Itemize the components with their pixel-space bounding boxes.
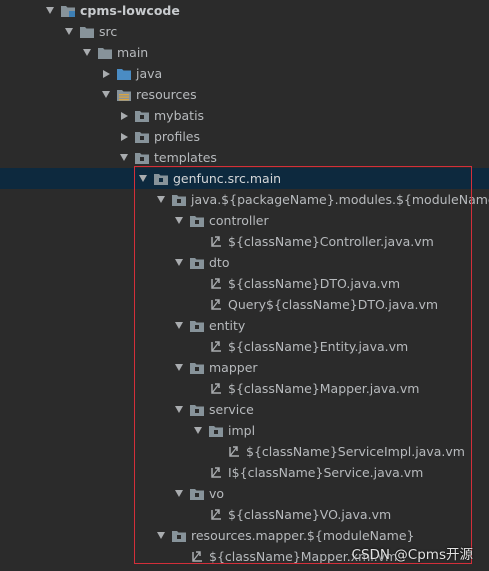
tree-row-label: cpms-lowcode: [80, 3, 180, 18]
tree-row-label: java.${packageName}.modules.${moduleName…: [191, 192, 489, 207]
tree-row-genfunc-src-main[interactable]: genfunc.src.main: [0, 168, 489, 189]
project-tree: cpms-lowcode src main java resources myb…: [0, 0, 489, 567]
tree-row-label: ${className}Controller.java.vm: [228, 234, 434, 249]
package-folder-icon: [208, 420, 224, 441]
tree-row-label: dto: [209, 255, 230, 270]
chevron-right-icon[interactable]: [118, 126, 130, 147]
tree-row-label: vo: [209, 486, 225, 501]
package-folder-icon: [189, 399, 205, 420]
chevron-right-icon[interactable]: [100, 63, 112, 84]
chevron-down-icon[interactable]: [118, 147, 130, 168]
tree-row-label: genfunc.src.main: [173, 171, 282, 186]
tree-row-impl[interactable]: impl: [0, 420, 489, 441]
chevron-down-icon[interactable]: [155, 189, 167, 210]
tree-row-iservice-vm[interactable]: I${className}Service.java.vm: [0, 462, 489, 483]
chevron-right-icon[interactable]: [118, 105, 130, 126]
tree-row-controller[interactable]: controller: [0, 210, 489, 231]
resources-folder-icon: [116, 84, 132, 105]
package-folder-icon: [153, 168, 169, 189]
chevron-down-icon[interactable]: [44, 0, 56, 21]
package-folder-icon: [189, 315, 205, 336]
tree-row-label: I${className}Service.java.vm: [228, 465, 424, 480]
tree-row-label: entity: [209, 318, 246, 333]
tree-row-label: src: [99, 24, 118, 39]
tree-row-entity-vm[interactable]: ${className}Entity.java.vm: [0, 336, 489, 357]
tree-row-entity[interactable]: entity: [0, 315, 489, 336]
tree-row-mapper[interactable]: mapper: [0, 357, 489, 378]
tree-row-cpms-lowcode[interactable]: cpms-lowcode: [0, 0, 489, 21]
tree-row-main[interactable]: main: [0, 42, 489, 63]
folder-icon: [97, 42, 113, 63]
watermark: CSDN @Cpms开源: [351, 547, 473, 563]
package-folder-icon: [189, 210, 205, 231]
tree-row-java-package[interactable]: java.${packageName}.modules.${moduleName…: [0, 189, 489, 210]
package-folder-icon: [189, 252, 205, 273]
tree-row-label: java: [136, 66, 163, 81]
tree-row-query-dto-vm[interactable]: Query${className}DTO.java.vm: [0, 294, 489, 315]
package-folder-icon: [134, 105, 150, 126]
tree-row-resources[interactable]: resources: [0, 84, 489, 105]
velocity-file-icon: [208, 378, 224, 399]
tree-row-controller-vm[interactable]: ${className}Controller.java.vm: [0, 231, 489, 252]
tree-row-label: ${className}ServiceImpl.java.vm: [246, 444, 465, 459]
tree-row-templates[interactable]: templates: [0, 147, 489, 168]
tree-row-label: profiles: [154, 129, 200, 144]
velocity-file-icon: [208, 504, 224, 525]
tree-row-label: service: [209, 402, 254, 417]
tree-row-profiles[interactable]: profiles: [0, 126, 489, 147]
chevron-down-icon[interactable]: [155, 525, 167, 546]
package-folder-icon: [134, 126, 150, 147]
chevron-down-icon[interactable]: [137, 168, 149, 189]
source-folder-icon: [116, 63, 132, 84]
tree-row-dto[interactable]: dto: [0, 252, 489, 273]
tree-row-label: ${className}VO.java.vm: [228, 507, 392, 522]
tree-row-service[interactable]: service: [0, 399, 489, 420]
tree-row-label: mapper: [209, 360, 258, 375]
chevron-down-icon[interactable]: [173, 483, 185, 504]
tree-row-mapper-vm[interactable]: ${className}Mapper.java.vm: [0, 378, 489, 399]
tree-row-label: impl: [228, 423, 256, 438]
tree-row-java[interactable]: java: [0, 63, 489, 84]
tree-row-vo[interactable]: vo: [0, 483, 489, 504]
tree-row-label: ${className}Entity.java.vm: [228, 339, 409, 354]
module-folder-icon: [60, 0, 76, 21]
tree-row-label: controller: [209, 213, 269, 228]
tree-row-dto-vm[interactable]: ${className}DTO.java.vm: [0, 273, 489, 294]
tree-row-vo-vm[interactable]: ${className}VO.java.vm: [0, 504, 489, 525]
velocity-file-icon: [208, 462, 224, 483]
tree-row-service-impl-vm[interactable]: ${className}ServiceImpl.java.vm: [0, 441, 489, 462]
tree-row-label: templates: [154, 150, 217, 165]
package-folder-icon: [189, 483, 205, 504]
package-folder-icon: [189, 357, 205, 378]
velocity-file-icon: [208, 273, 224, 294]
tree-row-mybatis[interactable]: mybatis: [0, 105, 489, 126]
velocity-file-icon: [208, 336, 224, 357]
chevron-down-icon[interactable]: [192, 420, 204, 441]
tree-row-src[interactable]: src: [0, 21, 489, 42]
tree-row-label: mybatis: [154, 108, 205, 123]
chevron-down-icon[interactable]: [63, 21, 75, 42]
tree-row-label: Query${className}DTO.java.vm: [228, 297, 439, 312]
chevron-down-icon[interactable]: [173, 315, 185, 336]
chevron-down-icon[interactable]: [100, 84, 112, 105]
chevron-down-icon[interactable]: [173, 399, 185, 420]
velocity-file-icon: [208, 231, 224, 252]
package-folder-icon: [134, 147, 150, 168]
chevron-down-icon[interactable]: [173, 252, 185, 273]
folder-icon: [79, 21, 95, 42]
velocity-file-icon: [226, 441, 242, 462]
chevron-down-icon[interactable]: [173, 210, 185, 231]
tree-row-label: ${className}DTO.java.vm: [228, 276, 401, 291]
tree-row-label: ${className}Mapper.java.vm: [228, 381, 420, 396]
tree-row-label: main: [117, 45, 149, 60]
tree-row-label: resources: [136, 87, 197, 102]
chevron-down-icon[interactable]: [81, 42, 93, 63]
package-folder-icon: [171, 525, 187, 546]
velocity-file-icon: [189, 546, 205, 567]
velocity-file-icon: [208, 294, 224, 315]
chevron-down-icon[interactable]: [173, 357, 185, 378]
package-folder-icon: [171, 189, 187, 210]
